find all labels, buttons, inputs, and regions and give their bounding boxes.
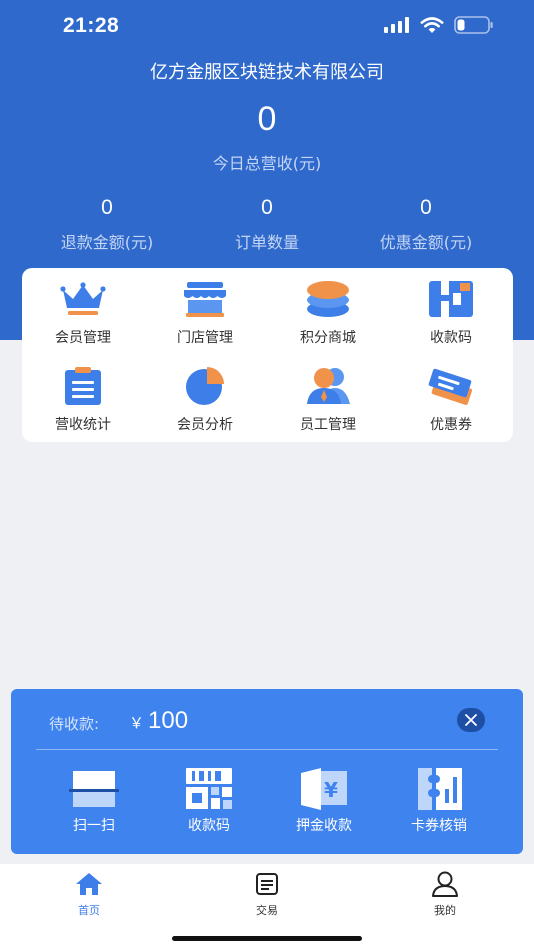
qr-code-icon: [183, 767, 235, 811]
action-scan[interactable]: 扫一扫: [38, 761, 150, 841]
ticket-icon: [413, 767, 465, 811]
battery-icon: [454, 16, 493, 34]
menu-item-store-management[interactable]: 门店管理: [144, 268, 266, 350]
stat-label: 优惠金额(元): [379, 233, 473, 252]
divider: [36, 749, 498, 750]
clipboard-icon: [58, 365, 108, 407]
action-label: 卡券核销: [411, 818, 467, 834]
tab-label: 首页: [78, 904, 100, 917]
coupon-icon: [426, 365, 476, 407]
menu-item-label: 收款码: [430, 330, 472, 346]
action-payment-code[interactable]: 收款码: [153, 761, 265, 841]
tab-profile[interactable]: 我的: [395, 870, 495, 920]
store-icon: [180, 278, 230, 320]
home-indicator: [172, 936, 362, 941]
tab-transactions[interactable]: 交易: [217, 870, 317, 920]
coins-stack-icon: [303, 278, 353, 320]
menu-item-label: 会员管理: [55, 330, 111, 346]
signal-icon: [384, 17, 409, 33]
menu-item-label: 优惠券: [430, 417, 472, 433]
menu-item-label: 员工管理: [300, 417, 356, 433]
stat-refund[interactable]: 0 退款金额(元): [18, 196, 196, 253]
payment-panel: 待收款: ￥ 100 扫一扫 收款码 ¥ 押金收款 卡券核销: [11, 689, 523, 854]
status-bar: 21:28: [0, 0, 534, 52]
status-time: 21:28: [63, 14, 120, 37]
action-label: 收款码: [188, 818, 230, 834]
stat-value: 0: [420, 196, 432, 219]
stat-label: 订单数量: [234, 233, 299, 252]
stat-discount[interactable]: 0 优惠金额(元): [337, 196, 515, 253]
currency-symbol: ￥: [129, 715, 145, 732]
menu-item-member-analysis[interactable]: 会员分析: [144, 355, 266, 437]
company-name: 亿方金服区块链技术有限公司: [150, 62, 384, 83]
document-icon: [253, 870, 281, 898]
menu-item-staff-management[interactable]: 员工管理: [267, 355, 389, 437]
menu-item-label: 会员分析: [177, 417, 233, 433]
stat-orders[interactable]: 0 订单数量: [178, 196, 356, 253]
svg-text:¥: ¥: [324, 778, 338, 802]
menu-item-payment-code[interactable]: 收款码: [390, 268, 512, 350]
payment-code-icon: [426, 278, 476, 320]
staff-icon: [303, 365, 353, 407]
total-revenue-value: 0: [257, 100, 277, 138]
amount-value: 100: [148, 707, 189, 734]
stat-label: 退款金额(元): [60, 233, 154, 252]
scan-icon: [68, 767, 120, 811]
status-icons: [384, 16, 494, 34]
pie-chart-icon: [180, 365, 230, 407]
home-icon: [75, 870, 103, 898]
tab-home[interactable]: 首页: [39, 870, 139, 920]
menu-item-member-management[interactable]: 会员管理: [22, 268, 144, 350]
pending-label: 待收款:: [49, 715, 100, 733]
tab-label: 我的: [434, 904, 456, 917]
tab-label: 交易: [256, 904, 278, 917]
action-deposit[interactable]: ¥ 押金收款: [268, 761, 380, 841]
menu-item-points-mall[interactable]: 积分商城: [267, 268, 389, 350]
total-revenue-label: 今日总营收(元): [212, 154, 322, 173]
deposit-icon: ¥: [298, 767, 350, 811]
wifi-icon: [420, 16, 444, 33]
user-icon: [431, 870, 459, 898]
action-coupon-redeem[interactable]: 卡券核销: [383, 761, 495, 841]
close-icon: [465, 714, 477, 726]
stat-value: 0: [101, 196, 113, 219]
menu-item-revenue-stats[interactable]: 营收统计: [22, 355, 144, 437]
feature-menu: 会员管理 门店管理 积分商城 收款码 营收统计 会员分析 员工管理 优惠券: [22, 268, 513, 442]
menu-item-coupons[interactable]: 优惠券: [390, 355, 512, 437]
pending-amount[interactable]: ￥ 100: [129, 707, 188, 735]
action-label: 扫一扫: [73, 818, 115, 834]
menu-item-label: 积分商城: [300, 330, 356, 346]
clear-amount-button[interactable]: [457, 708, 485, 732]
action-label: 押金收款: [296, 818, 352, 834]
crown-icon: [58, 278, 108, 320]
menu-item-label: 营收统计: [55, 417, 111, 433]
stat-value: 0: [261, 196, 273, 219]
menu-item-label: 门店管理: [177, 330, 233, 346]
